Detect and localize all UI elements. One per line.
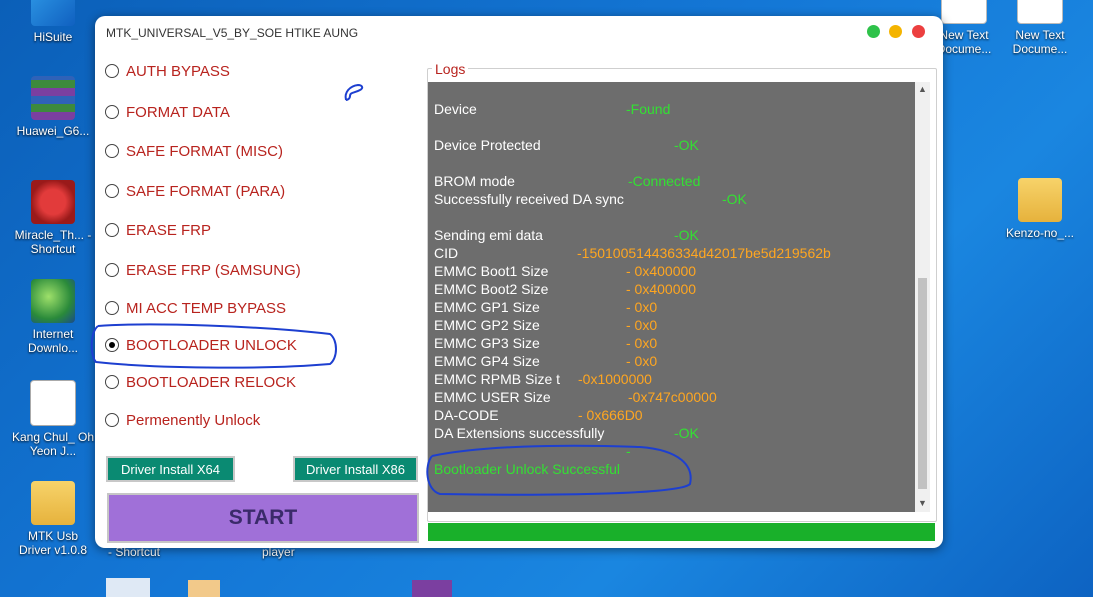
driver-install-x86-button[interactable]: Driver Install X86	[293, 456, 418, 482]
driver-install-x64-button[interactable]: Driver Install X64	[106, 456, 235, 482]
option-format-data[interactable]: FORMAT DATA	[105, 102, 230, 122]
maximize-button[interactable]	[867, 25, 880, 38]
text-document-icon	[941, 0, 987, 24]
desktop-icon-label: Miracle_Th... - Shortcut	[14, 228, 92, 256]
progress-bar	[428, 523, 935, 541]
log-scrollbar[interactable]: ▲ ▼	[915, 82, 930, 512]
desktop-icon-label: Internet Downlo...	[27, 327, 79, 355]
desktop-icon-label: New Text Docume...	[1012, 28, 1068, 56]
desktop-icon-newtext2[interactable]: New Text Docume...	[998, 0, 1082, 56]
radio-button[interactable]	[105, 184, 119, 198]
option-label: FORMAT DATA	[126, 103, 230, 121]
option-label: ERASE FRP	[126, 221, 212, 239]
desktop-icon-mtkusb[interactable]: MTK Usb Driver v1.0.8	[11, 481, 95, 557]
option-auth-bypass[interactable]: AUTH BYPASS	[105, 61, 230, 81]
option-safe-format-para[interactable]: SAFE FORMAT (PARA)	[105, 181, 285, 201]
option-label: MI ACC TEMP BYPASS	[126, 299, 287, 317]
desktop-icon-label: Kang Chul_ Oh Yeon J...	[11, 430, 95, 458]
desktop-icon-kang[interactable]: Kang Chul_ Oh Yeon J...	[11, 380, 95, 458]
option-mi-acc-temp-bypass[interactable]: MI ACC TEMP BYPASS	[105, 298, 286, 318]
radio-button[interactable]	[105, 375, 119, 389]
internet-download-manager-icon	[31, 279, 75, 323]
window-title: MTK_UNIVERSAL_V5_BY_SOE HTIKE AUNG	[106, 26, 359, 40]
option-label: SAFE FORMAT (PARA)	[126, 182, 286, 200]
partial-desktop-icon[interactable]	[106, 578, 150, 597]
option-erase-frp[interactable]: ERASE FRP	[105, 220, 211, 240]
partial-desktop-icon[interactable]	[188, 580, 220, 597]
option-label: Permenently Unlock	[126, 411, 261, 429]
minimize-button[interactable]	[889, 25, 902, 38]
radio-button[interactable]	[105, 263, 119, 277]
option-label: BOOTLOADER UNLOCK	[126, 336, 297, 354]
desktop-icon-hisuite[interactable]: HiSuite	[11, 0, 95, 44]
desktop-icon-label: MTK Usb Driver v1.0.8	[18, 529, 88, 557]
desktop-icon-miracle[interactable]: Miracle_Th... - Shortcut	[11, 180, 95, 256]
scroll-down-arrow-icon[interactable]: ▼	[918, 498, 927, 508]
title-bar[interactable]: MTK_UNIVERSAL_V5_BY_SOE HTIKE AUNG	[95, 16, 943, 50]
desktop-icon-label: Huawei_G6...	[16, 124, 90, 138]
option-bootloader-relock[interactable]: BOOTLOADER RELOCK	[105, 372, 296, 392]
radio-button[interactable]	[105, 223, 119, 237]
radio-button[interactable]	[105, 105, 119, 119]
radio-button-selected[interactable]	[105, 338, 119, 352]
log-output[interactable]: Device -Found Device Protected -OK BROM mo…	[428, 82, 915, 512]
logs-legend: Logs	[432, 61, 469, 77]
desktop-icon-label: Kenzo-no_...	[1005, 226, 1075, 240]
radio-button[interactable]	[105, 413, 119, 427]
scroll-thumb[interactable]	[918, 278, 927, 489]
option-label: AUTH BYPASS	[126, 62, 230, 80]
miracle-tool-icon	[31, 180, 75, 224]
option-bootloader-unlock[interactable]: BOOTLOADER UNLOCK	[105, 335, 297, 355]
video-file-icon	[30, 380, 76, 426]
option-erase-frp-samsung[interactable]: ERASE FRP (SAMSUNG)	[105, 260, 301, 280]
radio-button[interactable]	[105, 144, 119, 158]
desktop-icon-kenzo[interactable]: Kenzo-no_...	[998, 178, 1082, 240]
mtk-universal-window: MTK_UNIVERSAL_V5_BY_SOE HTIKE AUNG AUTH …	[95, 16, 943, 548]
hisuite-icon	[31, 0, 75, 26]
desktop-icon-label: HiSuite	[33, 30, 73, 44]
desktop-icon-huawei[interactable]: Huawei_G6...	[11, 76, 95, 138]
option-permanently-unlock[interactable]: Permenently Unlock	[105, 410, 260, 430]
folder-icon	[31, 481, 75, 525]
option-label: BOOTLOADER RELOCK	[126, 373, 297, 391]
option-safe-format-misc[interactable]: SAFE FORMAT (MISC)	[105, 141, 283, 161]
close-button[interactable]	[912, 25, 925, 38]
start-button[interactable]: START	[107, 493, 419, 543]
text-document-icon	[1017, 0, 1063, 24]
desktop-icon-idm[interactable]: Internet Downlo...	[11, 279, 95, 355]
radio-button[interactable]	[105, 301, 119, 315]
scroll-up-arrow-icon[interactable]: ▲	[918, 84, 927, 94]
winrar-archive-icon	[31, 76, 75, 120]
partial-desktop-icon[interactable]	[412, 580, 452, 597]
option-label: ERASE FRP (SAMSUNG)	[126, 261, 301, 279]
radio-button[interactable]	[105, 64, 119, 78]
progress-fill	[428, 523, 935, 541]
folder-icon	[1018, 178, 1062, 222]
option-label: SAFE FORMAT (MISC)	[126, 142, 283, 160]
